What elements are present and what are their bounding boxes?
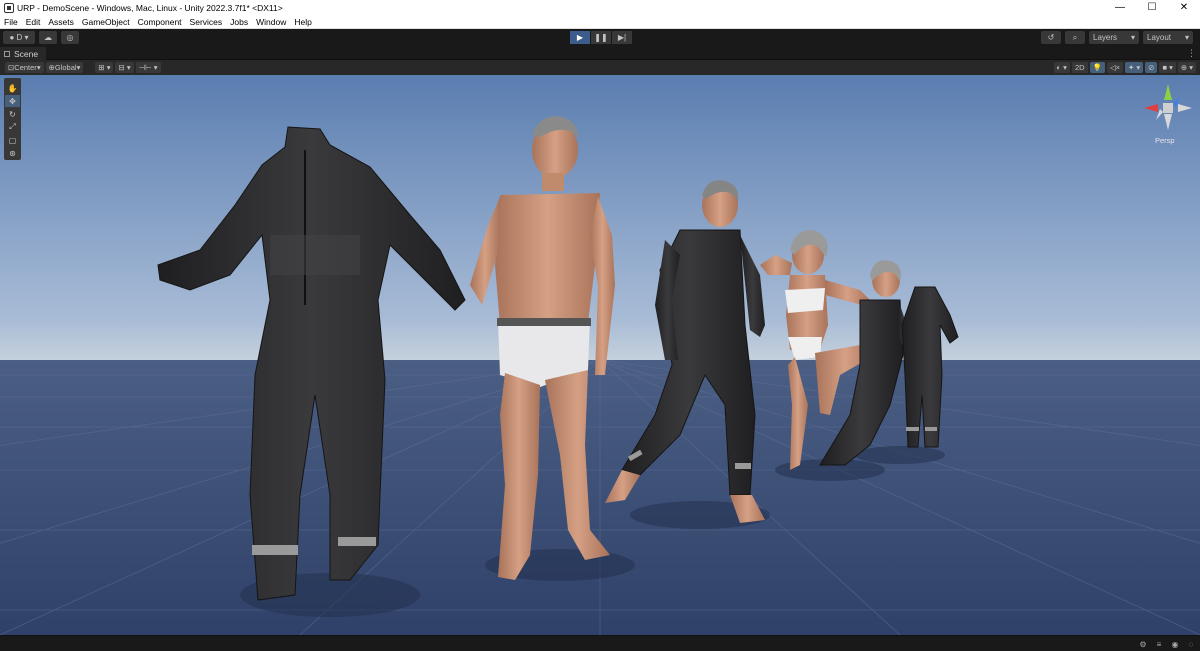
account-icon: ●: [9, 33, 17, 42]
scale-icon: ⤢: [9, 122, 16, 131]
projection-label[interactable]: Persp: [1155, 136, 1175, 145]
tab-bar: Scene ⋮: [0, 47, 1200, 60]
history-icon: ↺: [1047, 33, 1055, 42]
layers-dropdown[interactable]: Layers ▾: [1089, 31, 1139, 44]
chevron-down-icon: ▾: [36, 63, 41, 72]
menu-component[interactable]: Component: [134, 15, 186, 29]
move-tool[interactable]: ✥: [5, 95, 20, 107]
space-mode-dropdown[interactable]: ⊕ Global ▾: [45, 62, 84, 73]
space-label: Global: [54, 63, 77, 72]
search-icon: ⌕: [1072, 32, 1078, 42]
increment-snap-dropdown[interactable]: ⊣⊢ ▾: [135, 62, 161, 73]
playmode-controls: ▶ ❚❚ ▶|: [570, 31, 633, 44]
effects-icon: ✦ ▾: [1128, 63, 1141, 72]
hand-tool[interactable]: ✋: [5, 82, 20, 94]
chevron-down-icon: ▾: [1130, 33, 1135, 42]
effects-dropdown[interactable]: ✦ ▾: [1125, 62, 1144, 73]
cloud-button[interactable]: ☁: [39, 31, 57, 44]
menu-help[interactable]: Help: [290, 15, 315, 29]
move-icon: ✥: [9, 96, 16, 106]
more-options-icon[interactable]: ⋮: [1187, 47, 1196, 60]
menu-assets[interactable]: Assets: [44, 15, 78, 29]
close-button[interactable]: ✕: [1168, 0, 1200, 15]
grid-plane-icon: ⊟ ▾: [118, 63, 131, 72]
scene-view-toolbar: ⊡ Center ▾ ⊕ Global ▾ ⊞ ▾ ⊟ ▾ ⊣⊢ ▾ ◐ ▾ 2…: [0, 60, 1200, 75]
collab-icon: ◎: [66, 33, 74, 42]
draw-mode-dropdown[interactable]: ◐ ▾: [1053, 62, 1070, 73]
chevron-down-icon: ▾: [76, 63, 81, 72]
layout-label: Layout: [1147, 33, 1172, 42]
rotate-icon: ↻: [9, 109, 16, 119]
scene-icon: [4, 50, 10, 57]
grid-visibility-dropdown[interactable]: ⊟ ▾: [115, 62, 134, 73]
progress-icon[interactable]: ⚙: [1138, 639, 1148, 649]
axis-gizmo-icon: [1144, 84, 1192, 130]
gizmos-dropdown[interactable]: ⊕ ▾: [1177, 62, 1196, 73]
menu-services[interactable]: Services: [186, 15, 227, 29]
chevron-down-icon: ▾: [1184, 33, 1189, 42]
menu-jobs[interactable]: Jobs: [226, 15, 252, 29]
minimize-button[interactable]: —: [1104, 0, 1136, 15]
pivot-mode-dropdown[interactable]: ⊡ Center ▾: [5, 62, 44, 73]
cache-server-icon[interactable]: ≡: [1154, 639, 1164, 649]
hidden-objects-toggle[interactable]: ⊘: [1145, 62, 1158, 73]
rect-icon: ▢: [8, 135, 17, 145]
transform-icon: ⊛: [9, 148, 16, 158]
rect-tool[interactable]: ▢: [5, 134, 20, 146]
menu-bar: File Edit Assets GameObject Component Se…: [0, 15, 1200, 29]
gizmo-icon: ⊕ ▾: [1180, 63, 1193, 72]
snap-icon: ⊣⊢ ▾: [138, 63, 158, 72]
tool-palette: ✋ ✥ ↻ ⤢ ▢ ⊛: [4, 78, 21, 160]
toggle-2d-button[interactable]: 2D: [1071, 62, 1088, 73]
debug-mode-icon[interactable]: ◉: [1170, 639, 1180, 649]
cloud-icon: ☁: [44, 33, 52, 42]
window-title: URP - DemoScene - Windows, Mac, Linux - …: [17, 2, 283, 13]
account-dropdown[interactable]: ● D ▾: [3, 31, 35, 44]
scale-tool[interactable]: ⤢: [5, 121, 20, 133]
tab-scene-label: Scene: [14, 48, 39, 59]
camera-icon: ■ ▾: [1162, 63, 1173, 72]
collab-button[interactable]: ◎: [61, 31, 79, 44]
layers-label: Layers: [1093, 33, 1118, 42]
eye-slash-icon: ⊘: [1148, 63, 1155, 72]
menu-window[interactable]: Window: [252, 15, 290, 29]
scene-render: [0, 75, 1200, 635]
grid-icon: ⊞ ▾: [98, 63, 111, 72]
speaker-icon: ◁×: [1109, 63, 1121, 72]
chevron-down-icon: ▾: [22, 33, 29, 42]
transform-tool[interactable]: ⊛: [5, 147, 20, 159]
menu-file[interactable]: File: [0, 15, 22, 29]
step-button[interactable]: ▶|: [612, 31, 632, 44]
camera-settings-dropdown[interactable]: ■ ▾: [1159, 62, 1176, 73]
rotate-tool[interactable]: ↻: [5, 108, 20, 120]
window-controls: — ☐ ✕: [1104, 0, 1200, 15]
menu-gameobject[interactable]: GameObject: [78, 15, 134, 29]
scene-viewport[interactable]: [0, 75, 1200, 635]
pivot-label: Center: [14, 63, 37, 72]
grid-snap-dropdown[interactable]: ⊞ ▾: [95, 62, 114, 73]
layout-dropdown[interactable]: Layout ▾: [1143, 31, 1193, 44]
play-button[interactable]: ▶: [570, 31, 590, 44]
lightbulb-icon: 💡: [1092, 63, 1102, 72]
undo-history-button[interactable]: ↺: [1041, 31, 1061, 44]
pause-icon: ❚❚: [594, 33, 608, 42]
play-icon: ▶: [576, 33, 584, 42]
maximize-button[interactable]: ☐: [1136, 0, 1168, 15]
status-bar: ⚙ ≡ ◉ ◌: [0, 635, 1200, 651]
menu-edit[interactable]: Edit: [22, 15, 45, 29]
window-title-bar: URP - DemoScene - Windows, Mac, Linux - …: [0, 0, 1200, 15]
tab-scene[interactable]: Scene: [0, 47, 47, 60]
hand-icon: ✋: [7, 83, 18, 93]
shading-icon: ◐ ▾: [1056, 63, 1067, 72]
pause-button[interactable]: ❚❚: [591, 31, 611, 44]
unity-icon: [4, 2, 14, 13]
auto-generate-icon[interactable]: ◌: [1186, 639, 1196, 649]
search-button[interactable]: ⌕: [1065, 31, 1085, 44]
lighting-toggle[interactable]: 💡: [1089, 62, 1105, 73]
main-toolbar: ● D ▾ ☁ ◎ ▶ ❚❚ ▶| ↺ ⌕ Layers ▾ Layout ▾: [0, 29, 1200, 47]
step-icon: ▶|: [617, 33, 627, 42]
audio-toggle[interactable]: ◁×: [1106, 62, 1124, 73]
